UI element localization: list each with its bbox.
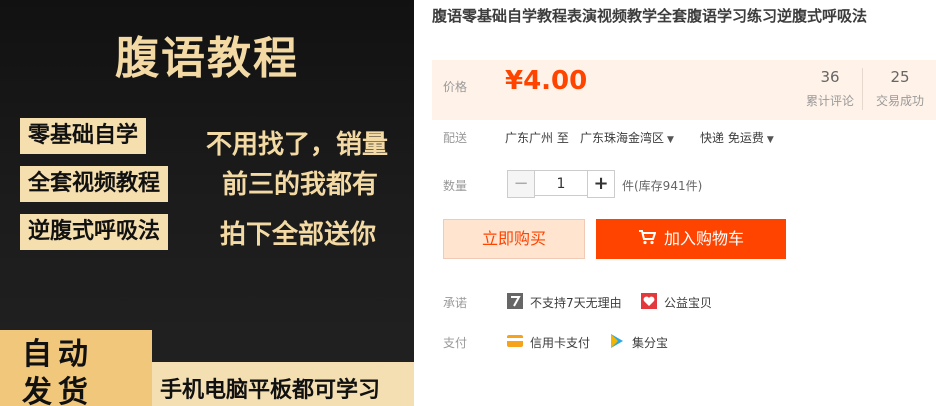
product-title: 腹语零基础自学教程表演视频教学全套腹语学习练习逆腹式呼吸法	[432, 7, 868, 25]
product-image: 腹语教程 零基础自学 全套视频教程 逆腹式呼吸法 不用找了，销量 前三的我都有 …	[0, 0, 414, 406]
banner-tag: 零基础自学	[20, 118, 147, 154]
add-to-cart-label: 加入购物车	[663, 229, 744, 248]
charity-item[interactable]: 公益宝贝	[664, 294, 712, 311]
price-value: ¥4.00	[505, 66, 588, 96]
shipping-destination-select[interactable]: 广东珠海金湾区 ▼	[580, 129, 674, 146]
quantity-decrease-button[interactable]: −	[507, 170, 535, 198]
quantity-label: 数量	[443, 179, 468, 193]
jifenbao-payment[interactable]: 集分宝	[632, 334, 668, 351]
quantity-input[interactable]: 1	[535, 170, 587, 196]
chevron-down-icon: ▼	[667, 135, 674, 145]
sales-count[interactable]: 25	[870, 68, 930, 86]
stat-divider	[862, 68, 863, 110]
device-text: 手机电脑平板都可学习	[160, 378, 381, 403]
buy-now-button[interactable]: 立即购买	[443, 219, 585, 259]
shipping-from: 广东广州 至	[505, 131, 569, 145]
quantity-increase-button[interactable]: +	[587, 170, 615, 198]
review-count[interactable]: 36	[800, 68, 860, 86]
banner-slogan: 拍下全部送你	[220, 220, 377, 250]
banner-tag: 逆腹式呼吸法	[20, 214, 169, 250]
sales-count-label[interactable]: 交易成功	[870, 92, 930, 109]
payment-label: 支付	[443, 336, 468, 350]
auto-ship-text: 自动 发货	[22, 337, 94, 406]
jifenbao-icon	[609, 333, 625, 349]
banner-title: 腹语教程	[115, 33, 299, 84]
cart-icon	[638, 220, 657, 260]
add-to-cart-button[interactable]: 加入购物车	[596, 219, 786, 259]
shipping-destination: 广东珠海金湾区	[580, 131, 665, 145]
banner-tag: 全套视频教程	[20, 166, 169, 202]
price-label: 价格	[443, 80, 468, 94]
banner-slogan: 前三的我都有	[222, 170, 379, 200]
credit-card-icon	[507, 333, 523, 349]
charity-icon	[641, 293, 657, 309]
chevron-down-icon: ▼	[766, 135, 774, 145]
credit-card-payment[interactable]: 信用卡支付	[530, 334, 590, 351]
stock-info: 件(库存941件)	[622, 179, 703, 193]
promise-label: 承诺	[443, 296, 468, 310]
shipping-label: 配送	[443, 131, 468, 145]
seven-day-icon	[507, 293, 523, 309]
no-7day-return[interactable]: 不支持7天无理由	[530, 294, 622, 311]
shipping-method-select[interactable]: 快递 免运费 ▼	[700, 129, 774, 146]
shipping-method: 快递 免运费	[700, 131, 764, 145]
banner-slogan: 不用找了，销量	[206, 130, 389, 160]
review-count-label[interactable]: 累计评论	[800, 92, 860, 109]
